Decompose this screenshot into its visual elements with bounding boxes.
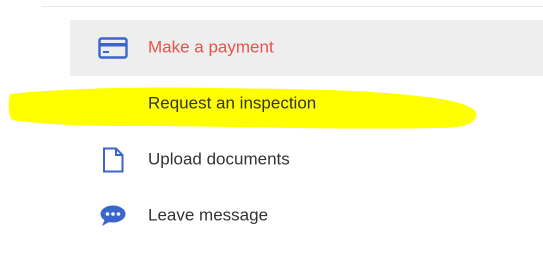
make-payment-label: Make a payment [148,37,274,57]
leave-message-item[interactable]: Leave message [70,188,543,244]
action-menu: Make a payment Request an inspection Upl… [70,20,543,244]
request-inspection-item[interactable]: Request an inspection [70,76,543,132]
page: Make a payment Request an inspection Upl… [0,0,543,264]
document-icon [96,145,130,175]
top-divider [42,6,543,7]
upload-documents-item[interactable]: Upload documents [70,132,543,188]
chat-bubble-icon [96,201,130,231]
upload-documents-label: Upload documents [148,149,290,169]
calendar-check-icon [96,89,130,119]
make-payment-item[interactable]: Make a payment [70,20,543,76]
credit-card-icon [96,33,130,63]
leave-message-label: Leave message [148,205,269,225]
request-inspection-label: Request an inspection [148,93,317,113]
